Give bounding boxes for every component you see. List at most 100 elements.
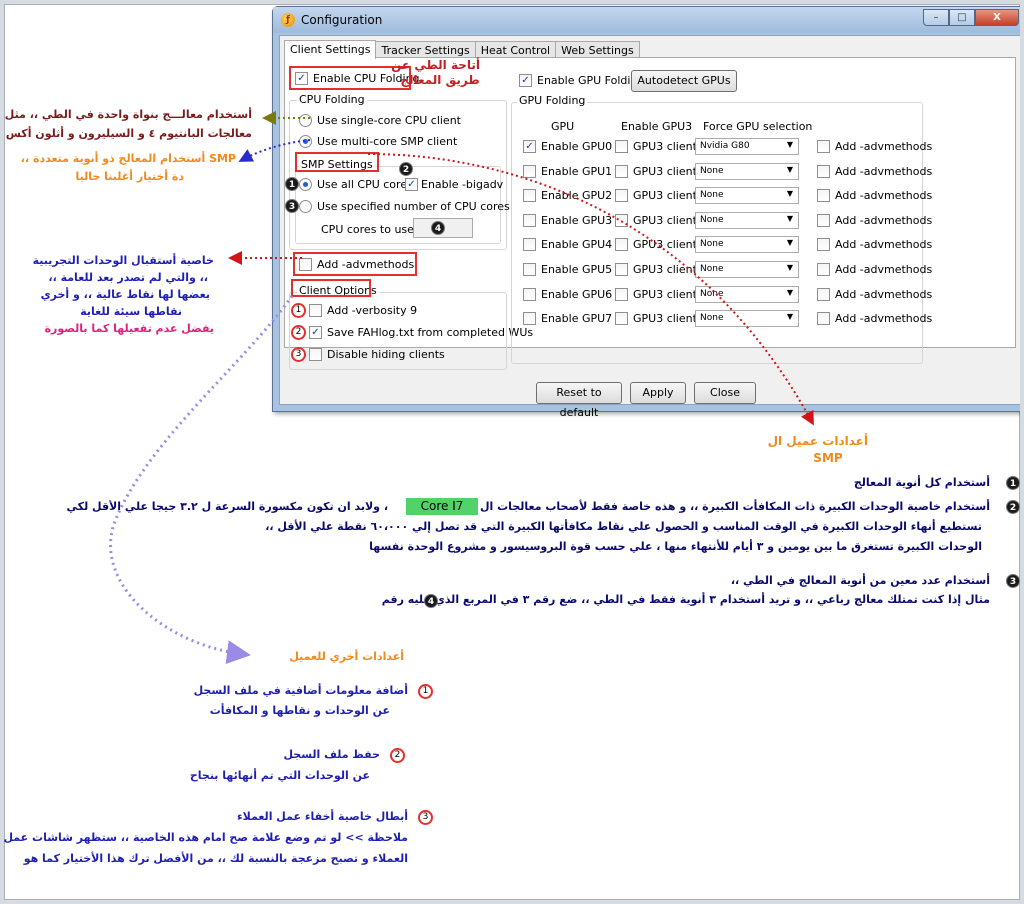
gpu6-selection-dropdown[interactable]: None ▼ xyxy=(695,286,799,303)
verbosity-checkbox[interactable] xyxy=(309,304,322,317)
note-marker-4: 4 xyxy=(424,594,438,608)
gpu1-selection-value: None xyxy=(700,166,724,176)
gpu1-selection-dropdown[interactable]: None ▼ xyxy=(695,163,799,180)
gpu3-enable-checkbox[interactable] xyxy=(523,214,536,227)
tab-heat-control[interactable]: Heat Control xyxy=(474,41,557,58)
gpu5-gpu3-label: GPU3 client xyxy=(633,263,697,276)
option-marker-1: 1 xyxy=(291,303,306,318)
gpu2-selection-dropdown[interactable]: None ▼ xyxy=(695,187,799,204)
gpu6-advmethods-checkbox[interactable] xyxy=(817,288,830,301)
gpu2-selection-value: None xyxy=(700,190,724,200)
minimize-button[interactable]: – xyxy=(923,9,949,26)
gpu6-gpu3-checkbox[interactable] xyxy=(615,288,628,301)
annotation-adv-1: خاصية أستقبال الوحدات التجريبية xyxy=(32,254,214,267)
option-note-marker-2: 2 xyxy=(390,748,405,763)
option-note-marker-3: 3 xyxy=(418,810,433,825)
gpu2-gpu3-checkbox[interactable] xyxy=(615,189,628,202)
gpu6-enable-label: Enable GPU6 xyxy=(541,288,613,301)
specified-cores-label: Use specified number of CPU cores xyxy=(317,200,510,213)
opt-3-line-2: ملاحظة >> لو تم وضع علامة صح امام هذه ال… xyxy=(3,831,408,844)
gpu7-enable-checkbox[interactable] xyxy=(523,312,536,325)
use-all-cores-radio[interactable] xyxy=(299,178,312,191)
gpu0-gpu3-label: GPU3 client xyxy=(633,140,697,153)
gpu0-enable-label: Enable GPU0 xyxy=(541,140,613,153)
gpu7-advmethods-label: Add -advmethods xyxy=(835,312,933,325)
force-gpu-selection-header: Force GPU selection xyxy=(703,120,813,133)
gpu3-selection-value: None xyxy=(700,215,724,225)
opt-2-line-2: عن الوحدات التي تم أنهائها بنجاح xyxy=(189,769,370,782)
enable-gpu3-header: Enable GPU3 xyxy=(621,120,693,133)
gpu6-selection-value: None xyxy=(700,289,724,299)
gpu4-selection-value: None xyxy=(700,239,724,249)
multi-core-smp-radio[interactable] xyxy=(299,135,312,148)
smp-settings-caption-1: أعدادات عميل ال xyxy=(767,434,868,448)
bigadv-label: Enable -bigadv xyxy=(421,178,504,191)
gpu1-gpu3-checkbox[interactable] xyxy=(615,165,628,178)
other-settings-heading: أعدادات أخري للعميل xyxy=(289,650,404,663)
gpu4-selection-dropdown[interactable]: None ▼ xyxy=(695,236,799,253)
marker-2: 2 xyxy=(399,162,413,176)
gpu3-advmethods-checkbox[interactable] xyxy=(817,214,830,227)
tab-web-settings[interactable]: Web Settings xyxy=(555,41,640,58)
tab-tracker-settings[interactable]: Tracker Settings xyxy=(375,41,476,58)
tab-client-settings[interactable]: Client Settings xyxy=(284,40,377,59)
gpu0-selection-dropdown[interactable]: Nvidia G80 ▼ xyxy=(695,138,799,155)
gpu1-advmethods-checkbox[interactable] xyxy=(817,165,830,178)
gpu0-gpu3-checkbox[interactable] xyxy=(615,140,628,153)
chevron-down-icon: ▼ xyxy=(786,214,793,223)
disable-hiding-checkbox[interactable] xyxy=(309,348,322,361)
single-core-radio[interactable] xyxy=(299,114,312,127)
marker-4: 4 xyxy=(431,221,445,235)
annotation-cpu-folding: أتاحة الطي عن طريق المعالج xyxy=(391,58,480,87)
autodetect-gpus-button[interactable]: Autodetect GPUs xyxy=(631,70,737,92)
window-title: Configuration xyxy=(301,13,383,27)
chevron-down-icon: ▼ xyxy=(786,189,793,198)
gpu1-advmethods-label: Add -advmethods xyxy=(835,165,933,178)
gpu-header: GPU xyxy=(551,120,575,133)
gpu3-gpu3-label: GPU3 client xyxy=(633,214,697,227)
reset-to-default-button[interactable]: Reset to default xyxy=(536,382,622,419)
cpu-folding-group-title: CPU Folding xyxy=(297,93,367,106)
annotation-adv-4: نقاطها سيئة للغاية xyxy=(80,305,182,318)
save-log-checkbox[interactable]: ✓ xyxy=(309,326,322,339)
gpu4-enable-checkbox[interactable] xyxy=(523,238,536,251)
gpu2-advmethods-checkbox[interactable] xyxy=(817,189,830,202)
opt-1-line-1: أضافة معلومات أضافية في ملف السجل xyxy=(193,684,408,697)
gpu0-enable-checkbox[interactable]: ✓ xyxy=(523,140,536,153)
gpu5-selection-dropdown[interactable]: None ▼ xyxy=(695,261,799,278)
gpu0-advmethods-checkbox[interactable] xyxy=(817,140,830,153)
gpu3-selection-dropdown[interactable]: None ▼ xyxy=(695,212,799,229)
maximize-button[interactable]: □ xyxy=(949,9,975,26)
gpu7-selection-dropdown[interactable]: None ▼ xyxy=(695,310,799,327)
tab-strip: Client Settings Tracker Settings Heat Co… xyxy=(284,40,640,59)
annotation-single-core-1: أستخدام معالـــج بنواة واحدة في الطي ،، … xyxy=(4,108,252,121)
core-i7-badge: Core I7 xyxy=(406,498,478,515)
close-window-button[interactable]: X xyxy=(975,9,1019,26)
close-button[interactable]: Close xyxy=(694,382,756,404)
option-marker-2: 2 xyxy=(291,325,306,340)
gpu5-enable-checkbox[interactable] xyxy=(523,263,536,276)
gpu6-enable-checkbox[interactable] xyxy=(523,288,536,301)
gpu2-advmethods-label: Add -advmethods xyxy=(835,189,933,202)
gpu7-enable-label: Enable GPU7 xyxy=(541,312,613,325)
gpu7-advmethods-checkbox[interactable] xyxy=(817,312,830,325)
gpu5-gpu3-checkbox[interactable] xyxy=(615,263,628,276)
smp-settings-caption-2: SMP xyxy=(813,451,843,465)
gpu3-gpu3-checkbox[interactable] xyxy=(615,214,628,227)
gpu2-enable-checkbox[interactable] xyxy=(523,189,536,202)
gpu0-advmethods-label: Add -advmethods xyxy=(835,140,933,153)
annotation-adv-2: ،، والتي لم تصدر بعد للعامة ،، xyxy=(48,271,208,284)
apply-button[interactable]: Apply xyxy=(630,382,686,404)
gpu-folding-group-title: GPU Folding xyxy=(517,94,588,107)
gpu7-gpu3-checkbox[interactable] xyxy=(615,312,628,325)
bigadv-checkbox[interactable]: ✓ xyxy=(405,178,418,191)
gpu5-selection-value: None xyxy=(700,264,724,274)
gpu5-advmethods-checkbox[interactable] xyxy=(817,263,830,276)
gpu1-enable-checkbox[interactable] xyxy=(523,165,536,178)
title-bar[interactable]: ƒ Configuration – □ X xyxy=(273,7,1020,33)
enable-gpu-folding-checkbox[interactable]: ✓ xyxy=(519,74,532,87)
chevron-down-icon: ▼ xyxy=(786,288,793,297)
gpu4-advmethods-checkbox[interactable] xyxy=(817,238,830,251)
gpu4-gpu3-checkbox[interactable] xyxy=(615,238,628,251)
specified-cores-radio[interactable] xyxy=(299,200,312,213)
